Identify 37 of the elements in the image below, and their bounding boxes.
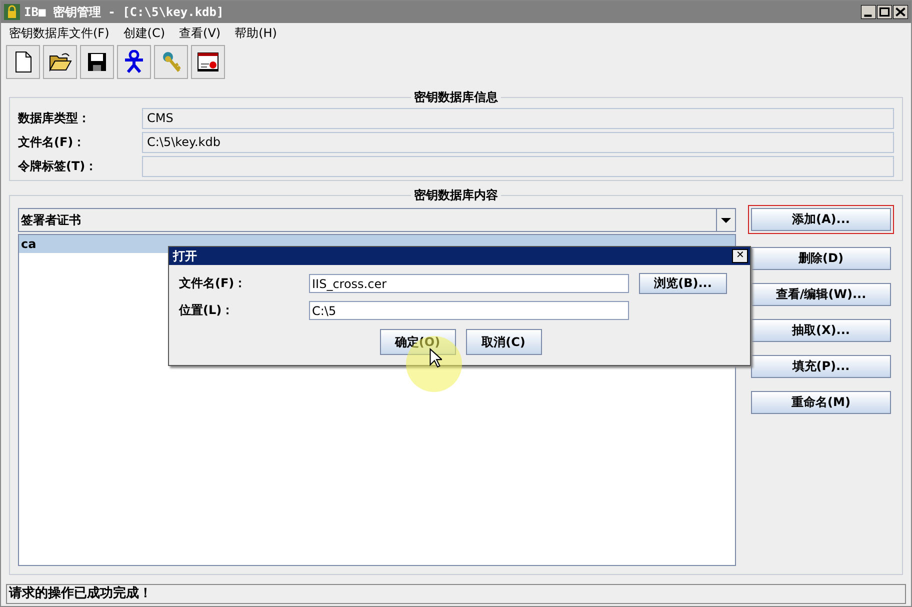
action-button[interactable]: 抽取(X)... xyxy=(751,319,891,342)
panel-title: 密钥数据库内容 xyxy=(413,187,499,204)
menu-item[interactable]: 密钥数据库文件(F) xyxy=(9,24,110,42)
certificate-type-dropdown[interactable]: 签署者证书 xyxy=(18,208,736,232)
field-label: 文件名(F)： xyxy=(18,134,86,150)
person-icon[interactable] xyxy=(117,45,151,79)
action-button[interactable]: 删除(D) xyxy=(751,247,891,270)
certificate-icon[interactable] xyxy=(191,45,225,79)
read-only-field: C:\5\key.kdb xyxy=(142,132,894,152)
panel-title: 密钥数据库信息 xyxy=(413,89,499,106)
field-label: 位置(L)： xyxy=(179,302,235,319)
close-icon[interactable] xyxy=(893,5,908,19)
action-button[interactable]: 添加(A)... xyxy=(748,205,894,234)
status-bar: 请求的操作已成功完成！ xyxy=(6,584,906,604)
field-label: 文件名(F)： xyxy=(179,275,248,292)
open-folder-icon[interactable] xyxy=(43,45,77,79)
action-button[interactable]: 填充(P)... xyxy=(751,355,891,378)
field-label: 数据库类型： xyxy=(18,110,91,126)
dialog-button[interactable]: 确定(O) xyxy=(380,329,456,355)
menu-item[interactable]: 查看(V) xyxy=(179,24,221,42)
browse-button[interactable]: 浏览(B)... xyxy=(639,273,727,294)
read-only-field: CMS xyxy=(142,108,894,128)
minimize-icon[interactable] xyxy=(861,5,876,19)
maximize-icon[interactable] xyxy=(877,5,892,19)
input-field[interactable]: IIS_cross.cer xyxy=(309,274,629,293)
menu-item[interactable]: 帮助(H) xyxy=(234,24,277,42)
menu-item[interactable]: 创建(C) xyxy=(123,24,166,42)
new-file-icon[interactable] xyxy=(6,45,40,79)
window-title: IB■ 密钥管理 - [C:\5\key.kdb] xyxy=(24,4,224,20)
action-button[interactable]: 查看/编辑(W)... xyxy=(751,283,891,306)
mouse-cursor-icon xyxy=(429,348,442,368)
action-button[interactable]: 重命名(M) xyxy=(751,391,891,414)
lock-icon xyxy=(4,4,20,20)
close-button[interactable]: ✕ xyxy=(732,249,748,263)
input-field[interactable]: C:\5 xyxy=(309,301,629,320)
dialog-button[interactable]: 取消(C) xyxy=(466,329,542,355)
field-label: 令牌标签(T)： xyxy=(18,158,98,174)
